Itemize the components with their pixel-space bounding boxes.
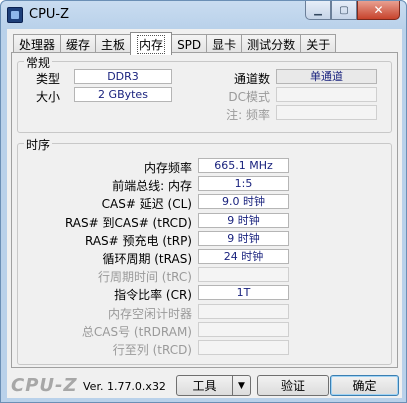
tab-caches[interactable]: 缓存 [60,34,97,54]
timing-label: RAS# 预充电 (tRP) [84,234,192,248]
tab-label: 测试分数 [247,38,296,52]
timing-label: RAS# 到CAS# (tRCD) [64,216,192,230]
timing-value: 665.1 MHz [198,158,289,173]
dc-mode-label: DC模式 [228,90,270,104]
version-label: Ver. 1.77.0.x32 [83,380,166,393]
tab-label: 显卡 [212,38,237,52]
timing-value: 9 时钟 [198,213,289,228]
timings-group-label: 时序 [24,136,53,153]
tab-label: 缓存 [66,38,91,52]
timing-value [198,322,289,337]
note-freq-value [276,105,377,120]
title-bar[interactable]: CPU-Z ▁ ▢ ✕ [1,1,406,29]
tools-button[interactable]: 工具 [176,375,233,396]
timing-label: 行周期时间 (tRC) [97,270,192,284]
size-label: 大小 [36,90,61,104]
timing-value: 1T [198,285,289,300]
timing-label: 内存频率 [143,161,192,175]
tab-about[interactable]: 关于 [300,34,337,54]
tab-bar: 处理器 缓存 主板 内存 SPD 显卡 测试分数 关于 [13,32,337,55]
timing-label: 内存空闲计时器 [107,307,192,321]
general-group-label: 常规 [24,54,53,71]
type-value: DDR3 [74,69,172,84]
timings-group: 时序 内存频率 665.1 MHz 前端总线: 内存 1:5 CAS# 延迟 (CL) 9… [17,136,392,365]
window-title: CPU-Z [29,7,70,22]
client-area: 处理器 缓存 主板 内存 SPD 显卡 测试分数 关于 常规 类型 DDR3 大… [7,29,402,398]
note-freq-label: 注: 频率 [226,108,270,122]
timing-value [198,304,289,319]
minimize-button[interactable]: ▁ [305,1,331,20]
tab-label: 关于 [306,38,331,52]
channel-label: 通道数 [233,72,270,86]
timing-label: 行至列 (tRCD) [112,343,192,357]
maximize-button[interactable]: ▢ [331,1,357,20]
tab-graphics[interactable]: 显卡 [206,34,243,54]
timing-label: 指令比率 (CR) [114,288,192,302]
size-value: 2 GBytes [74,87,172,102]
cpu-z-logo: CPU-Z [11,375,78,396]
window-controls: ▁ ▢ ✕ [305,1,400,20]
cpu-z-window: CPU-Z ▁ ▢ ✕ 处理器 缓存 主板 内存 SPD 显卡 测试分数 关于 … [0,0,407,403]
channel-value: 单通道 [276,69,377,84]
timing-value: 1:5 [198,176,289,191]
footer-bar: CPU-Z Ver. 1.77.0.x32 工具 ▼ 验证 确定 [7,372,402,398]
timing-value: 24 时钟 [198,249,289,264]
ok-button[interactable]: 确定 [330,375,399,396]
tab-label: 内存 [137,34,166,54]
timing-label: 前端总线: 内存 [112,179,192,193]
close-button[interactable]: ✕ [357,1,400,20]
timing-label: 循环周期 (tRAS) [102,252,192,266]
tab-spd[interactable]: SPD [171,34,208,54]
type-label: 类型 [36,72,61,86]
tab-label: 处理器 [19,38,56,52]
tab-memory[interactable]: 内存 [130,32,173,55]
tab-label: 主板 [101,38,126,52]
tab-cpu[interactable]: 处理器 [13,34,62,54]
timing-value: 9 时钟 [198,231,289,246]
dc-mode-value [276,87,377,102]
cpu-z-app-icon [7,7,23,23]
tab-bench[interactable]: 测试分数 [241,34,302,54]
timing-value: 9.0 时钟 [198,194,289,209]
tools-dropdown-arrow-icon[interactable]: ▼ [232,375,251,396]
timing-label: 总CAS号 (tRDRAM) [81,325,192,339]
timing-label: CAS# 延迟 (CL) [101,197,192,211]
timing-value [198,267,289,282]
memory-panel: 常规 类型 DDR3 大小 2 GBytes 通道数 单通道 DC模式 注: 频… [11,52,398,368]
validate-button[interactable]: 验证 [257,375,329,396]
tab-mainboard[interactable]: 主板 [95,34,132,54]
general-group: 常规 类型 DDR3 大小 2 GBytes 通道数 单通道 DC模式 注: 频… [17,54,392,133]
timing-value [198,340,289,355]
tab-label: SPD [177,37,202,52]
